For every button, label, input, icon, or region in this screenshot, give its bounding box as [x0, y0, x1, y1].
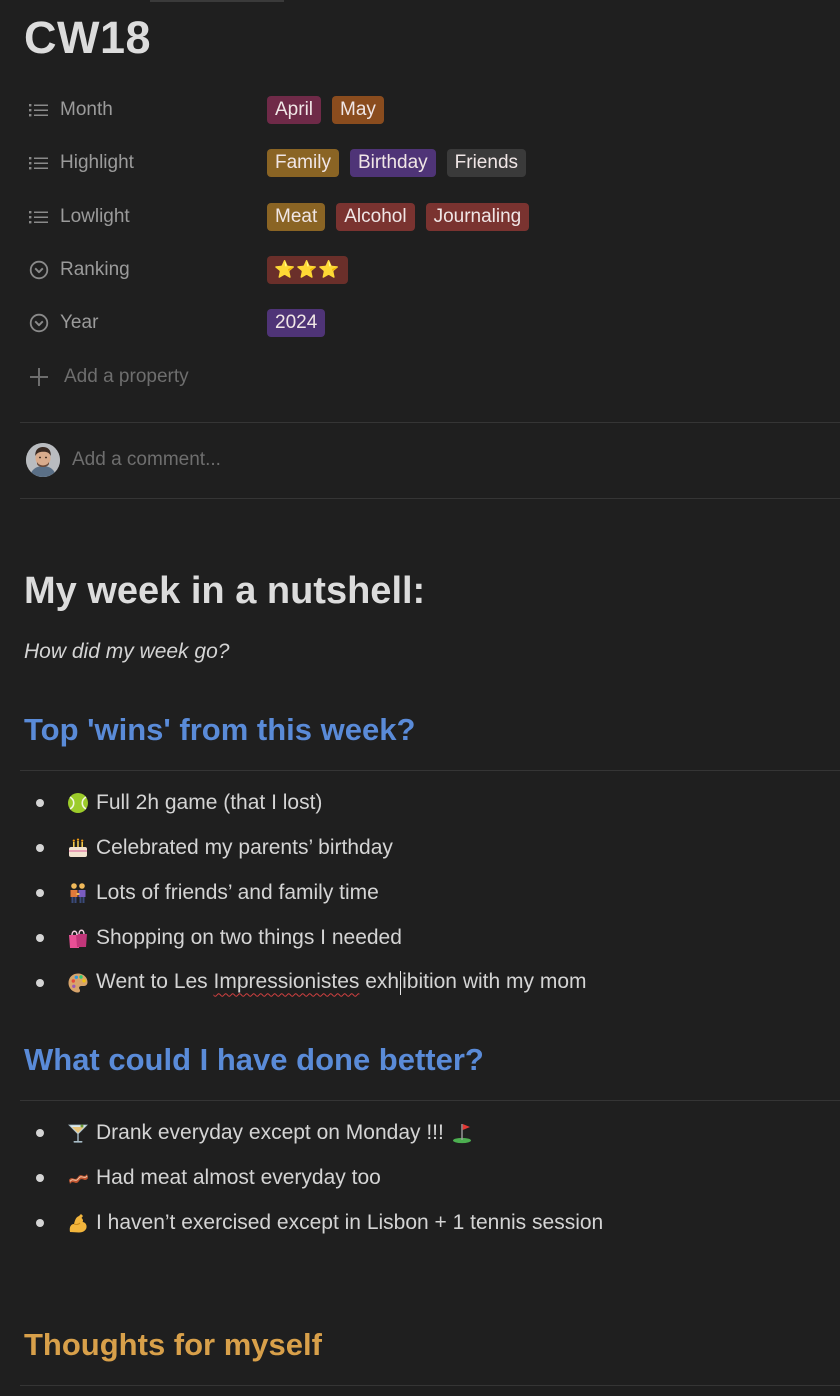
property-label: Year — [60, 312, 99, 333]
tag[interactable]: Birthday — [349, 149, 436, 177]
bullet-dot — [36, 843, 44, 852]
artist-palette-icon — [66, 971, 90, 995]
list-item[interactable]: Lots of friends’ and family time — [28, 870, 587, 915]
bacon-icon — [66, 1166, 90, 1190]
list-icon — [28, 206, 50, 228]
list-item[interactable]: Went to Les Impressionistes exh ibition w… — [28, 960, 587, 1005]
divider — [20, 1100, 840, 1101]
plus-icon — [28, 366, 50, 388]
property-label: Month — [60, 99, 113, 120]
tag[interactable]: Meat — [267, 203, 326, 231]
property-values[interactable]: Family Birthday Friends — [267, 148, 527, 178]
property-highlight[interactable]: Highlight Family Birthday Friends — [28, 148, 828, 178]
heading-week-nutshell[interactable]: My week in a nutshell: — [24, 570, 425, 613]
cocktail-glass-icon — [66, 1121, 90, 1145]
property-values[interactable]: April May — [267, 95, 384, 125]
select-icon — [28, 312, 50, 334]
tag[interactable]: Alcohol — [336, 203, 415, 231]
tag[interactable]: Friends — [446, 149, 527, 177]
property-values[interactable]: 2024 — [267, 308, 326, 338]
divider — [20, 498, 840, 499]
flexed-biceps-icon — [66, 1211, 90, 1235]
list-item[interactable]: I haven’t exercised except in Lisbon + 1… — [28, 1200, 603, 1245]
bullet-dot — [36, 1128, 44, 1137]
heading-do-better[interactable]: What could I have done better? — [24, 1042, 484, 1078]
comment-input[interactable] — [72, 449, 472, 471]
tag[interactable]: 2024 — [267, 309, 326, 337]
spellcheck-word: Impressionistes — [213, 970, 360, 994]
property-values[interactable]: Meat Alcohol Journaling — [267, 202, 530, 232]
property-label: Lowlight — [60, 206, 130, 227]
property-lowlight[interactable]: Lowlight Meat Alcohol Journaling — [28, 202, 828, 232]
top-divider — [150, 0, 284, 2]
property-label: Highlight — [60, 152, 134, 173]
divider — [20, 770, 840, 771]
list-item[interactable]: Full 2h game (that I lost) — [28, 780, 587, 825]
comment-row[interactable] — [26, 442, 472, 478]
property-month[interactable]: Month April May — [28, 95, 828, 125]
wins-list: Full 2h game (that I lost) Celebrated my… — [28, 780, 587, 1005]
bullet-dot — [36, 1173, 44, 1182]
tag[interactable]: Family — [267, 149, 339, 177]
page-title[interactable]: CW18 — [24, 12, 151, 64]
heading-top-wins[interactable]: Top 'wins' from this week? — [24, 712, 415, 748]
golf-flag-icon — [450, 1121, 474, 1145]
heading-thoughts[interactable]: Thoughts for myself — [24, 1327, 322, 1363]
list-icon — [28, 152, 50, 174]
star-rating-tag[interactable]: ⭐⭐⭐ — [267, 256, 348, 284]
bullet-dot — [36, 978, 44, 987]
divider — [20, 1385, 840, 1386]
list-icon — [28, 99, 50, 121]
list-item[interactable]: Shopping on two things I needed — [28, 915, 587, 960]
shopping-bags-icon — [66, 926, 90, 950]
select-icon — [28, 259, 50, 281]
add-property-label: Add a property — [64, 366, 189, 387]
tag[interactable]: May — [332, 96, 384, 124]
divider — [20, 422, 840, 423]
text-cursor — [400, 970, 402, 995]
list-item[interactable]: Had meat almost everyday too — [28, 1155, 603, 1200]
birthday-cake-icon — [66, 836, 90, 860]
people-holding-hands-icon — [66, 881, 90, 905]
add-property-button[interactable]: Add a property — [28, 362, 189, 392]
avatar — [26, 443, 60, 477]
list-item[interactable]: Celebrated my parents’ birthday — [28, 825, 587, 870]
property-year[interactable]: Year 2024 — [28, 308, 828, 338]
property-ranking[interactable]: Ranking ⭐⭐⭐ — [28, 255, 828, 285]
tennis-ball-icon — [66, 791, 90, 815]
better-list: Drank everyday except on Monday !!! Had … — [28, 1110, 603, 1245]
list-item[interactable]: Drank everyday except on Monday !!! — [28, 1110, 603, 1155]
property-label: Ranking — [60, 259, 130, 280]
bullet-dot — [36, 933, 44, 942]
bullet-dot — [36, 888, 44, 897]
tag[interactable]: Journaling — [425, 203, 530, 231]
property-values[interactable]: ⭐⭐⭐ — [267, 255, 348, 285]
bullet-dot — [36, 798, 44, 807]
tag[interactable]: April — [267, 96, 322, 124]
bullet-dot — [36, 1218, 44, 1227]
subtitle-question[interactable]: How did my week go? — [24, 640, 229, 664]
